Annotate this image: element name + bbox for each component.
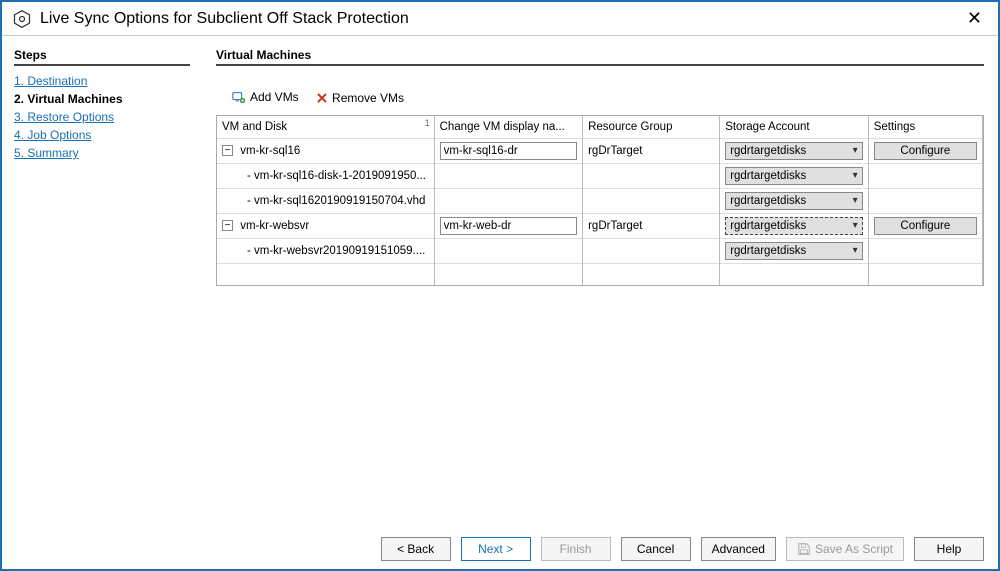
collapse-icon[interactable]: −	[222, 220, 233, 231]
configure-button[interactable]: Configure	[874, 217, 977, 235]
add-vms-button[interactable]: Add VMs	[232, 90, 299, 104]
storage-account-select[interactable]: rgdrtargetdisks ▾	[725, 242, 863, 260]
chevron-down-icon: ▾	[853, 220, 858, 231]
step-virtual-machines: 2. Virtual Machines	[14, 92, 190, 106]
add-vm-icon	[232, 90, 246, 104]
table-row: − vm-kr-websvr rgDrTarget rgdrtargetdisk…	[217, 213, 983, 238]
step-restore-options[interactable]: 3. Restore Options	[14, 110, 190, 124]
storage-account-select[interactable]: rgdrtargetdisks ▾	[725, 142, 863, 160]
collapse-icon[interactable]: −	[222, 145, 233, 156]
chevron-down-icon: ▾	[853, 145, 858, 156]
vm-toolbar: Add VMs Remove VMs	[216, 86, 984, 115]
cancel-button[interactable]: Cancel	[621, 537, 691, 561]
chevron-down-icon: ▾	[853, 195, 858, 206]
storage-account-select[interactable]: rgdrtargetdisks ▾	[725, 192, 863, 210]
step-job-options[interactable]: 4. Job Options	[14, 128, 190, 142]
steps-header: Steps	[14, 44, 190, 66]
display-name-input[interactable]	[440, 142, 578, 160]
storage-account-select[interactable]: rgdrtargetdisks ▾	[725, 217, 863, 235]
finish-button: Finish	[541, 537, 611, 561]
main-panel: Virtual Machines Add VMs Remove VMs	[202, 36, 998, 529]
wizard-footer: < Back Next > Finish Cancel Advanced Sav…	[2, 529, 998, 569]
add-vms-label: Add VMs	[250, 90, 299, 104]
remove-vm-icon	[316, 92, 328, 104]
floppy-icon	[797, 542, 811, 556]
body: Steps 1. Destination 2. Virtual Machines…	[2, 36, 998, 529]
remove-vms-label: Remove VMs	[332, 91, 404, 105]
col-storage-account[interactable]: Storage Account	[720, 116, 869, 138]
vm-name-cell[interactable]: − vm-kr-sql16	[217, 138, 434, 163]
configure-button[interactable]: Configure	[874, 142, 977, 160]
grid-header-row: VM and Disk 1 Change VM display na... Re…	[217, 116, 983, 138]
col-resource-group[interactable]: Resource Group	[583, 116, 720, 138]
save-as-script-button: Save As Script	[786, 537, 904, 561]
close-button[interactable]: ✕	[961, 8, 988, 29]
resource-group-cell: rgDrTarget	[583, 138, 720, 163]
step-destination[interactable]: 1. Destination	[14, 74, 190, 88]
back-button[interactable]: < Back	[381, 537, 451, 561]
storage-account-select[interactable]: rgdrtargetdisks ▾	[725, 167, 863, 185]
disk-name-cell[interactable]: - vm-kr-sql1620190919150704.vhd	[217, 188, 434, 213]
table-row: − vm-kr-sql16 rgDrTarget rgdrtargetdisks…	[217, 138, 983, 163]
table-row: - vm-kr-websvr20190919151059.... rgdrtar…	[217, 238, 983, 263]
table-row: - vm-kr-sql1620190919150704.vhd rgdrtarg…	[217, 188, 983, 213]
display-name-input[interactable]	[440, 217, 578, 235]
section-header: Virtual Machines	[216, 44, 984, 66]
vm-name-cell[interactable]: − vm-kr-websvr	[217, 213, 434, 238]
advanced-button[interactable]: Advanced	[701, 537, 776, 561]
steps-sidebar: Steps 1. Destination 2. Virtual Machines…	[2, 36, 202, 529]
vm-grid: VM and Disk 1 Change VM display na... Re…	[216, 115, 984, 286]
col-vm-and-disk[interactable]: VM and Disk 1	[217, 116, 434, 138]
disk-name-cell[interactable]: - vm-kr-websvr20190919151059....	[217, 238, 434, 263]
app-hex-icon	[12, 9, 32, 29]
table-row: - vm-kr-sql16-disk-1-2019091950... rgdrt…	[217, 163, 983, 188]
col-display-name[interactable]: Change VM display na...	[434, 116, 583, 138]
sort-indicator: 1	[425, 118, 430, 128]
remove-vms-button[interactable]: Remove VMs	[316, 91, 404, 105]
titlebar: Live Sync Options for Subclient Off Stac…	[2, 2, 998, 36]
resource-group-cell: rgDrTarget	[583, 213, 720, 238]
chevron-down-icon: ▾	[853, 170, 858, 181]
help-button[interactable]: Help	[914, 537, 984, 561]
disk-name-cell[interactable]: - vm-kr-sql16-disk-1-2019091950...	[217, 163, 434, 188]
col-settings[interactable]: Settings	[868, 116, 982, 138]
wizard-window: Live Sync Options for Subclient Off Stac…	[0, 0, 1000, 571]
step-summary[interactable]: 5. Summary	[14, 146, 190, 160]
table-row	[217, 263, 983, 285]
window-title: Live Sync Options for Subclient Off Stac…	[40, 10, 961, 28]
chevron-down-icon: ▾	[853, 245, 858, 256]
next-button[interactable]: Next >	[461, 537, 531, 561]
